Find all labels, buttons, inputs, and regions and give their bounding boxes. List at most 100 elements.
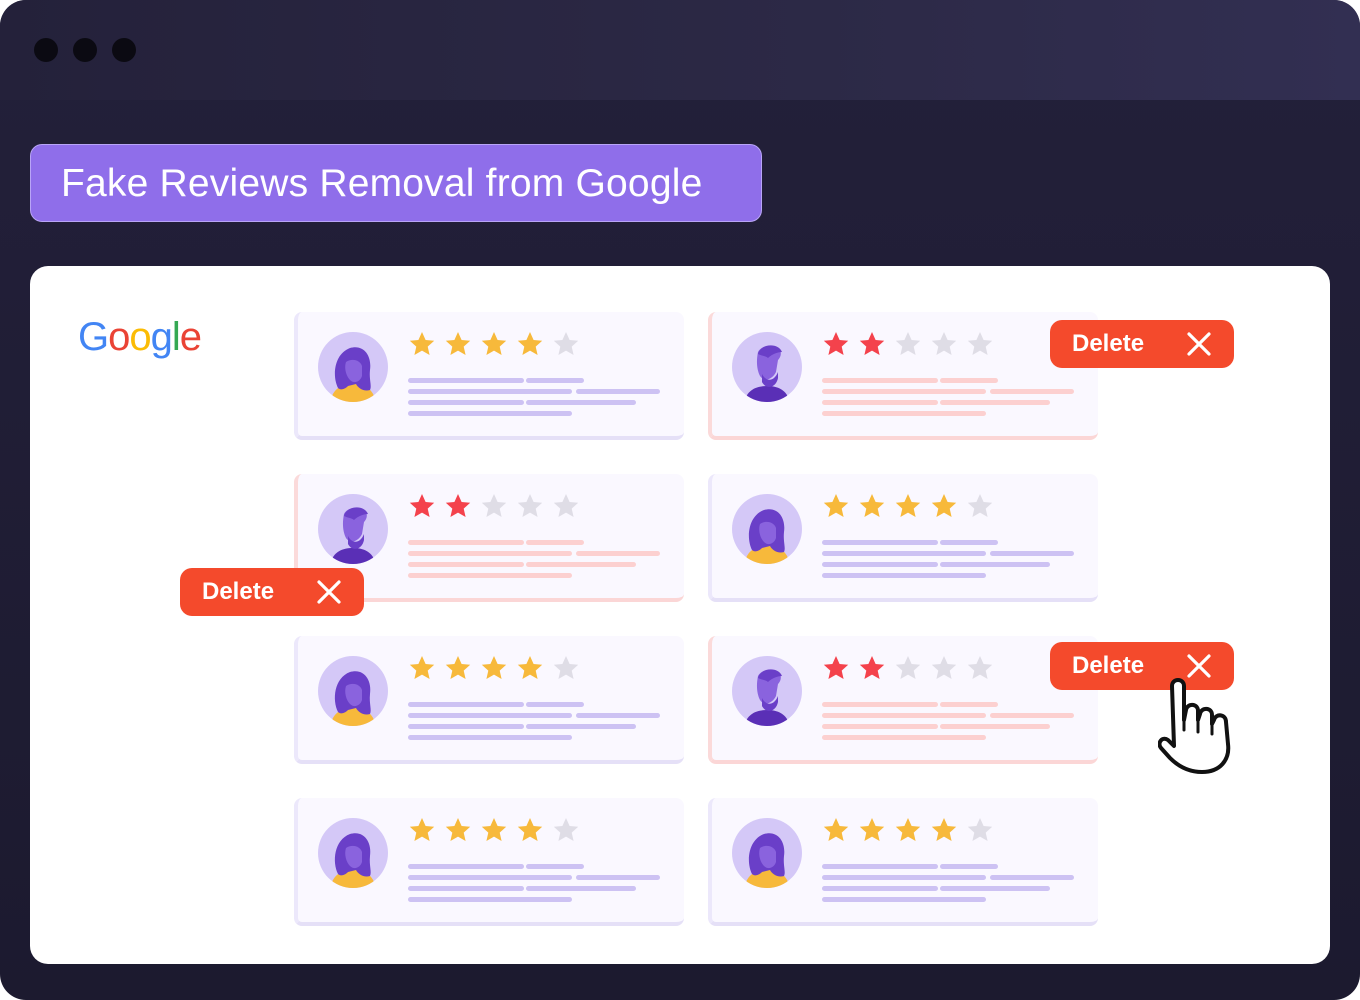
text-line [526, 864, 584, 869]
star-icon [517, 494, 543, 517]
text-line [408, 400, 524, 405]
text-line [990, 389, 1074, 394]
star-icon [895, 656, 921, 679]
star-icon [931, 494, 957, 517]
text-line [990, 713, 1074, 718]
male-figure-icon [744, 669, 790, 726]
text-line [822, 735, 986, 740]
text-line [526, 886, 636, 891]
review-text-lines [408, 864, 668, 908]
text-line [576, 713, 660, 718]
text-line [822, 897, 986, 902]
star-icon [517, 818, 543, 841]
text-line [822, 389, 986, 394]
text-line [940, 864, 998, 869]
text-line [408, 551, 572, 556]
review-card [708, 636, 1098, 764]
text-line [408, 886, 524, 891]
star-icon [823, 494, 849, 517]
delete-label: Delete [1072, 330, 1145, 357]
avatar [732, 656, 802, 726]
delete-label: Delete [1072, 652, 1145, 679]
text-line [822, 378, 938, 383]
text-line [822, 540, 938, 545]
star-rating [822, 654, 1002, 682]
text-line [940, 724, 1050, 729]
star-icon [553, 494, 579, 517]
text-line [940, 540, 998, 545]
text-line [822, 400, 938, 405]
delete-button[interactable]: Delete [180, 568, 364, 616]
text-line [526, 562, 636, 567]
star-icon [859, 332, 885, 355]
star-icon [553, 332, 579, 355]
avatar [732, 818, 802, 888]
logo-letter: l [171, 315, 181, 359]
text-line [408, 713, 572, 718]
logo-letter: o [129, 315, 151, 359]
review-text-lines [408, 378, 668, 422]
text-line [822, 886, 938, 891]
text-line [576, 875, 660, 880]
star-icon [895, 818, 921, 841]
star-rating [408, 654, 588, 682]
female-figure-icon [330, 347, 376, 402]
female-figure-icon [744, 509, 790, 564]
window-dot-maximize[interactable] [112, 38, 136, 62]
text-line [526, 702, 584, 707]
avatar [318, 656, 388, 726]
text-line [940, 562, 1050, 567]
text-line [408, 735, 572, 740]
text-line [408, 411, 572, 416]
delete-button[interactable]: Delete [1050, 320, 1234, 368]
star-icon [553, 656, 579, 679]
star-icon [895, 494, 921, 517]
page-headline: Fake Reviews Removal from Google [30, 144, 762, 222]
text-line [576, 551, 660, 556]
text-line [822, 573, 986, 578]
logo-letter: e [179, 315, 202, 359]
review-text-lines [408, 702, 668, 746]
star-icon [553, 818, 579, 841]
window-dot-minimize[interactable] [73, 38, 97, 62]
avatar [318, 332, 388, 402]
star-icon [859, 818, 885, 841]
review-card [708, 798, 1098, 926]
star-icon [517, 656, 543, 679]
star-icon [409, 818, 435, 841]
female-figure-icon [330, 833, 376, 888]
review-card [294, 312, 684, 440]
text-line [408, 724, 524, 729]
avatar [318, 494, 388, 564]
review-text-lines [822, 864, 1082, 908]
text-line [822, 562, 938, 567]
text-line [526, 724, 636, 729]
star-icon [967, 332, 993, 355]
star-icon [445, 656, 471, 679]
star-icon [931, 656, 957, 679]
avatar [318, 818, 388, 888]
star-icon [445, 332, 471, 355]
star-icon [409, 656, 435, 679]
star-icon [859, 656, 885, 679]
text-line [940, 886, 1050, 891]
avatar [732, 332, 802, 402]
male-figure-icon [330, 507, 376, 564]
close-icon [1187, 332, 1211, 356]
review-card [708, 474, 1098, 602]
avatar [732, 494, 802, 564]
logo-letter: o [108, 315, 130, 359]
review-text-lines [408, 540, 668, 584]
text-line [576, 389, 660, 394]
star-icon [967, 818, 993, 841]
window-dot-close[interactable] [34, 38, 58, 62]
star-icon [823, 332, 849, 355]
star-icon [517, 332, 543, 355]
star-icon [481, 332, 507, 355]
logo-letter: G [78, 315, 109, 359]
star-icon [823, 818, 849, 841]
star-rating [822, 330, 1002, 358]
text-line [408, 702, 524, 707]
star-icon [967, 656, 993, 679]
logo-letter: g [150, 315, 173, 359]
